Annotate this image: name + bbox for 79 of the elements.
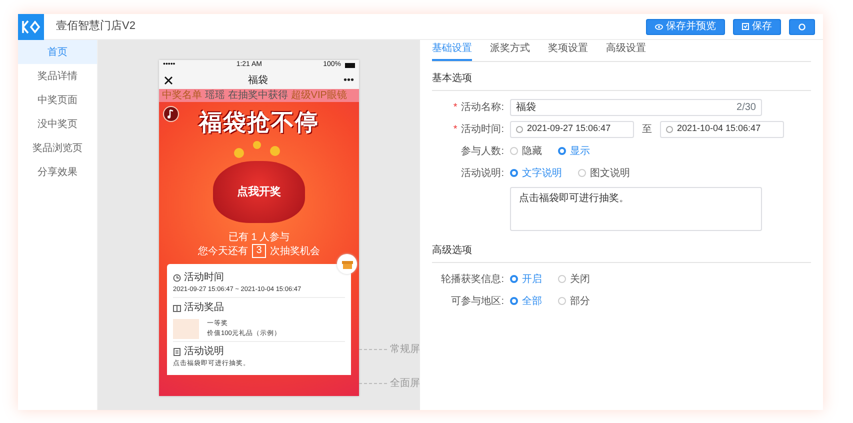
- marquee-prize: 超级VIP眼镜: [290, 90, 347, 100]
- form-tab[interactable]: 高级设置: [606, 41, 646, 61]
- radio-label: 隐藏: [522, 144, 542, 158]
- radio-button[interactable]: [558, 297, 566, 305]
- radio-label: 部分: [570, 294, 590, 308]
- clock-icon: [173, 274, 181, 282]
- section-title: 活动说明: [184, 345, 224, 360]
- date-value: 2021-09-27 15:06:47: [527, 122, 611, 136]
- gift-box-icon: [173, 304, 181, 312]
- radio-button[interactable]: [558, 147, 566, 155]
- radio-button[interactable]: [558, 275, 566, 283]
- form-tab[interactable]: 基础设置: [432, 41, 472, 61]
- sidebar-item[interactable]: 中奖页面: [18, 88, 97, 112]
- radio-label: 关闭: [570, 272, 590, 286]
- document-icon: [173, 348, 181, 356]
- form-tab[interactable]: 奖项设置: [548, 41, 588, 61]
- screen-marker-label: 常规屏: [390, 342, 420, 357]
- radio-button[interactable]: [578, 169, 586, 177]
- section-title: 活动奖品: [184, 301, 224, 316]
- sidebar-item[interactable]: 首页: [18, 40, 97, 64]
- screen-marker-label: 全面屏: [390, 377, 420, 391]
- sidebar-item[interactable]: 奖品浏览页: [18, 136, 97, 160]
- bag-label: 点我开奖: [237, 184, 281, 200]
- radio-button[interactable]: [510, 297, 518, 305]
- settings-button[interactable]: [789, 18, 815, 34]
- gift-icon[interactable]: [337, 254, 357, 274]
- radio-label: 开启: [522, 272, 542, 286]
- radio-button[interactable]: [510, 147, 518, 155]
- sidebar-item[interactable]: 没中奖页: [18, 112, 97, 136]
- section-title: 活动时间: [184, 270, 224, 286]
- sidebar-item[interactable]: 奖品详情: [18, 64, 97, 88]
- sidebar-item[interactable]: 分享效果: [18, 160, 97, 184]
- field-label: 可参与地区:: [451, 296, 504, 306]
- date-value: 2021-10-04 15:06:47: [677, 122, 761, 136]
- field-label: 轮播获奖信息:: [441, 274, 504, 284]
- form-tab[interactable]: 派奖方式: [490, 41, 530, 61]
- date-input[interactable]: 2021-10-04 15:06:47: [660, 120, 784, 138]
- date-input[interactable]: 2021-09-27 15:06:47: [510, 120, 634, 138]
- participant-count: 已有 1 人参与: [228, 231, 290, 244]
- save-button[interactable]: 保存: [733, 18, 781, 34]
- marquee-message: 瑶瑶 在抽奖中获得: [205, 90, 288, 100]
- battery-icon: [344, 63, 355, 68]
- page-title: 福袋: [248, 74, 268, 88]
- eye-icon: [655, 24, 663, 30]
- close-icon[interactable]: [164, 76, 173, 84]
- section-title: 基本选项: [432, 62, 811, 91]
- range-separator: 至: [642, 122, 652, 136]
- radio-label: 显示: [570, 144, 590, 158]
- app-title: 壹佰智慧门店V2: [56, 18, 136, 34]
- required-mark: *: [453, 102, 458, 112]
- chances-count: 3: [252, 244, 266, 258]
- section-title: 高级选项: [432, 234, 811, 263]
- preview-button[interactable]: 保存并预览: [646, 18, 725, 34]
- field-label: 活动说明:: [461, 168, 504, 178]
- radio-label: 图文说明: [590, 166, 630, 180]
- field-label: 活动时间:: [461, 124, 504, 134]
- input-value: 福袋: [516, 100, 536, 114]
- clock-icon: [516, 126, 523, 132]
- radio-button[interactable]: [510, 275, 518, 283]
- required-mark: *: [453, 124, 458, 134]
- radio-label: 全部: [522, 294, 542, 308]
- text-input[interactable]: 福袋 2/30: [510, 98, 762, 116]
- poster-headline: 福袋抢不停: [199, 110, 319, 136]
- save-icon: [742, 23, 749, 30]
- music-icon[interactable]: [163, 106, 179, 122]
- radio-label: 文字说明: [522, 166, 562, 180]
- settings-icon: [798, 22, 806, 30]
- prize-image: [173, 319, 199, 340]
- field-label: 参与人数:: [461, 146, 504, 156]
- marquee-label: 中奖名单: [162, 90, 202, 100]
- field-label: 活动名称:: [461, 102, 504, 112]
- description-textarea[interactable]: 点击福袋即可进行抽奖。: [510, 187, 762, 231]
- more-button[interactable]: •••: [343, 72, 354, 88]
- char-counter: 2/30: [736, 100, 756, 114]
- clock-icon: [666, 126, 673, 132]
- chances-text: 次抽奖机会: [270, 244, 320, 258]
- lucky-bag-drawing[interactable]: 点我开奖: [213, 161, 305, 224]
- radio-button[interactable]: [510, 169, 518, 177]
- chances-text: 您今天还有: [198, 244, 248, 258]
